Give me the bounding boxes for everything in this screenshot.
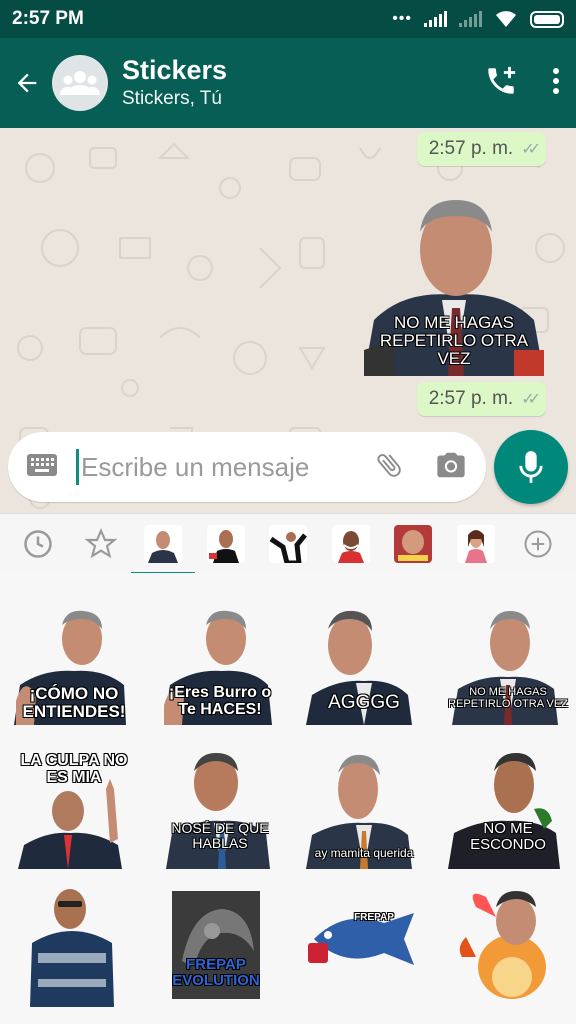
tab-sticker-pack-5[interactable] xyxy=(389,520,437,568)
sticker-item[interactable]: NOSÉ DE QUE HABLAS xyxy=(160,749,280,869)
paperclip-icon xyxy=(377,453,401,477)
tab-sticker-pack-6[interactable] xyxy=(452,520,500,568)
more-notifications-icon: ••• xyxy=(392,10,412,27)
sticker-caption: NO ME HAGAS REPETIRLO OTRA VEZ xyxy=(379,313,529,368)
signal-2-icon xyxy=(459,11,482,27)
sticker-caption: NOSÉ DE QUE HABLAS xyxy=(171,820,269,851)
sticker-item[interactable]: ¡CÓMO NO ENTIENDES! xyxy=(14,605,134,725)
sticker-item[interactable]: FREPAP EVOLUTION xyxy=(172,891,260,999)
keyboard-icon xyxy=(27,453,57,476)
sticker-image xyxy=(459,891,546,999)
battery-icon xyxy=(530,10,564,28)
voice-message-button[interactable] xyxy=(494,430,568,504)
sticker-caption: NO ME ESCONDO xyxy=(470,820,546,853)
microphone-icon xyxy=(519,451,543,483)
camera-button[interactable] xyxy=(434,450,468,485)
more-vert-icon xyxy=(553,67,559,94)
tab-sticker-pack-2[interactable] xyxy=(202,520,250,568)
sticker-grid[interactable]: ¡CÓMO NO ENTIENDES! ¡Eres Burro o Te HAC… xyxy=(0,573,576,1024)
sticker-item[interactable]: ¡Eres Burro o Te HACES! xyxy=(160,605,280,725)
recent-icon xyxy=(24,529,52,558)
back-button[interactable] xyxy=(10,66,44,100)
sticker-pack-thumbnail xyxy=(331,524,370,563)
message-timestamp: 2:57 p. m. ✓✓ xyxy=(416,132,546,166)
sticker-item[interactable] xyxy=(24,887,144,1007)
sticker-pack-thumbnail xyxy=(269,524,307,563)
group-avatar[interactable] xyxy=(52,55,108,111)
sticker-item[interactable]: NO ME HAGAS REPETIRLO OTRA VEZ xyxy=(448,605,568,725)
sticker-item[interactable]: LA CULPA NO ES MIA xyxy=(14,749,134,869)
text-cursor xyxy=(76,449,79,485)
sticker-pack-thumbnail xyxy=(456,524,495,563)
add-call-button[interactable] xyxy=(484,64,518,103)
wifi-icon xyxy=(496,11,516,27)
double-check-icon-2: ✓✓ xyxy=(521,391,541,408)
sticker-item[interactable]: AGGGG xyxy=(304,605,424,725)
sticker-caption: FREPAP EVOLUTION xyxy=(172,956,260,989)
sticker-pack-thumbnail xyxy=(394,524,432,563)
camera-icon xyxy=(437,452,465,477)
tab-recent[interactable] xyxy=(14,520,62,568)
timestamp-text-2: 2:57 p. m. xyxy=(428,388,514,409)
sticker-item[interactable]: ay mamita querida xyxy=(304,749,424,869)
sticker-caption: ¡Eres Burro o Te HACES! xyxy=(168,684,272,718)
sticker-tray-tabs xyxy=(0,513,576,575)
sticker-item[interactable] xyxy=(456,887,564,1007)
chat-title: Stickers xyxy=(122,55,228,85)
sticker-pack-thumbnail xyxy=(144,524,182,563)
message-composer: Escribe un mensaje xyxy=(8,432,486,502)
signal-icon xyxy=(424,11,447,27)
tab-sticker-pack-1[interactable] xyxy=(131,520,195,575)
tab-favorites[interactable] xyxy=(77,520,125,568)
sticker-caption: NO ME HAGAS REPETIRLO OTRA VEZ xyxy=(448,686,568,710)
message-placeholder: Escribe un mensaje xyxy=(81,451,310,482)
sticker-image xyxy=(308,913,414,965)
chat-subtitle: Stickers, Tú xyxy=(122,88,222,109)
keyboard-toggle-button[interactable] xyxy=(26,453,58,482)
sticker-pack-thumbnail xyxy=(206,524,245,563)
phone-plus-icon xyxy=(488,66,516,94)
sticker-image xyxy=(30,889,114,1007)
status-bar: 2:57 PM ••• xyxy=(0,0,576,38)
chat-title-block[interactable]: Stickers Stickers, Tú xyxy=(122,54,227,112)
group-icon xyxy=(60,71,100,95)
status-time: 2:57 PM xyxy=(12,8,84,29)
add-icon xyxy=(524,530,552,557)
double-check-icon: ✓✓ xyxy=(521,141,541,158)
tab-sticker-pack-4[interactable] xyxy=(327,520,375,568)
sticker-item[interactable]: FREPAP xyxy=(304,899,416,979)
attach-button[interactable] xyxy=(374,450,404,485)
message-timestamp-2: 2:57 p. m. ✓✓ xyxy=(416,382,546,416)
tab-add-stickers[interactable] xyxy=(514,520,562,568)
sticker-caption: AGGGG xyxy=(328,692,400,713)
sticker-caption: ay mamita querida xyxy=(314,846,414,860)
star-icon xyxy=(84,527,117,558)
sticker-item[interactable]: NO ME ESCONDO xyxy=(448,749,568,869)
arrow-back-icon xyxy=(17,73,37,93)
message-input[interactable]: Escribe un mensaje xyxy=(76,449,374,485)
timestamp-text: 2:57 p. m. xyxy=(428,138,514,159)
sticker-caption: FREPAP xyxy=(354,912,394,923)
chat-header: Stickers Stickers, Tú xyxy=(0,38,576,128)
clipped-sticker-row xyxy=(0,573,576,577)
sent-sticker[interactable]: NO ME HAGAS REPETIRLO OTRA VEZ xyxy=(364,190,544,376)
tab-sticker-pack-3[interactable] xyxy=(264,520,312,568)
sticker-caption: ¡CÓMO NO ENTIENDES! xyxy=(22,684,126,721)
sticker-caption: LA CULPA NO ES MIA xyxy=(20,752,128,786)
system-icons: ••• xyxy=(392,10,564,28)
more-options-button[interactable] xyxy=(552,67,560,100)
sticker-image xyxy=(166,753,270,869)
